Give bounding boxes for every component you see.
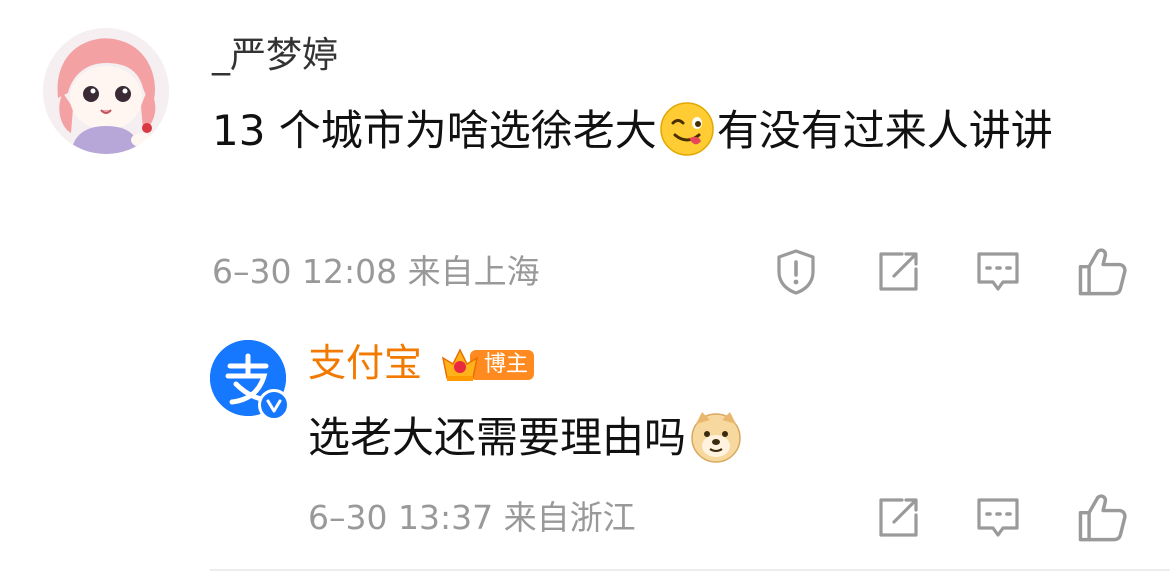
share-icon[interactable] [872,245,924,297]
reply-username[interactable]: 支付宝 [308,340,422,386]
comment-meta: 6–30 12:08 来自上海 [212,252,540,291]
reply-text: 选老大还需要理由吗 [308,408,746,468]
reply-like-icon[interactable] [1074,489,1127,542]
doge-emoji-icon [688,408,744,464]
reply-text-content: 选老大还需要理由吗 [308,413,687,462]
user-avatar[interactable] [43,28,169,154]
comment-text-part2: 有没有过来人讲讲 [716,106,1053,155]
comment-text: 13 个城市为啥选徐老大 有没有过来人讲讲 [212,98,1132,164]
reply-share-icon[interactable] [872,491,924,543]
divider [210,569,1170,571]
blogger-badge: 博主 [440,342,536,384]
reply-comment-icon[interactable] [972,491,1024,543]
badge-label: 博主 [484,352,529,377]
comment-username[interactable]: _严梦婷 [212,34,338,78]
verified-icon [258,389,290,421]
comment-text-part1: 13 个城市为啥选徐老大 [212,106,657,155]
reply-meta: 6–30 13:37 来自浙江 [308,498,636,537]
comment-icon[interactable] [972,245,1024,297]
yummy-emoji-icon [659,101,715,157]
like-icon[interactable] [1074,243,1127,296]
report-icon[interactable] [770,245,822,297]
